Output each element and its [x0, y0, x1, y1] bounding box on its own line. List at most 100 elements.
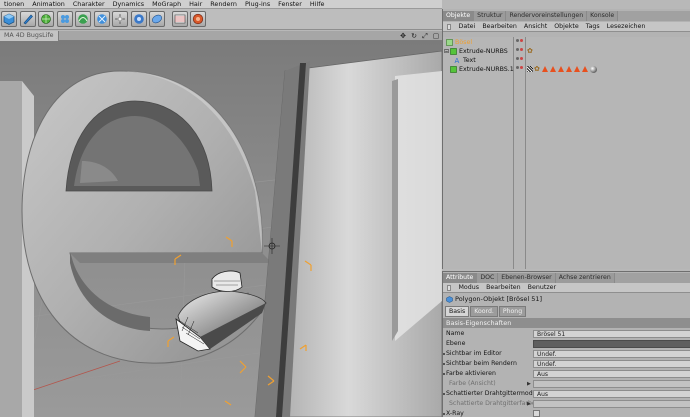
- object-row-broesel[interactable]: Bösel: [443, 38, 690, 47]
- menu-item-window[interactable]: Fenster: [274, 0, 306, 8]
- warning-tag-icon[interactable]: [542, 66, 548, 72]
- menu-item-character[interactable]: Charakter: [69, 0, 109, 8]
- pen-button[interactable]: [19, 11, 36, 27]
- menu-file[interactable]: Datei: [455, 22, 479, 32]
- object-name[interactable]: Extrude-NURBS.1: [459, 65, 514, 74]
- attribute-manager-tabs: Attribute DOC Ebenen-Browser Achse zentr…: [443, 273, 690, 283]
- warning-tag-icon[interactable]: [550, 66, 556, 72]
- deformer-button[interactable]: [93, 11, 110, 27]
- rotate-view-icon[interactable]: ↻: [410, 32, 418, 40]
- tab-doc[interactable]: DOC: [477, 273, 499, 283]
- menu-tags[interactable]: Tags: [582, 22, 603, 32]
- menu-item-mograph[interactable]: MoGraph: [148, 0, 185, 8]
- attr-row-layer: Ebene: [443, 339, 690, 349]
- texture-tag-icon[interactable]: [527, 66, 533, 72]
- tab-console[interactable]: Konsole: [587, 11, 619, 21]
- scene-button[interactable]: [149, 11, 165, 27]
- tab-coord[interactable]: Koord.: [470, 306, 498, 317]
- attr-label: Sichtbar im Editor: [446, 350, 502, 357]
- viewport-tab[interactable]: MA 4D BugsLife: [0, 31, 59, 41]
- grip-icon[interactable]: [447, 23, 451, 30]
- tab-layer-browser[interactable]: Ebenen-Browser: [498, 273, 556, 283]
- menu-mode[interactable]: Modus: [455, 283, 483, 293]
- warning-tag-icon[interactable]: [566, 66, 572, 72]
- object-title: Polygon-Objekt [Brösel 51]: [443, 294, 690, 305]
- layer-field[interactable]: [533, 340, 690, 348]
- object-name[interactable]: Text: [463, 56, 476, 65]
- spline-icon: [78, 14, 88, 24]
- tab-phong[interactable]: Phong: [498, 306, 527, 317]
- object-row-extrude-nurbs[interactable]: ⊟ Extrude-NURBS ✿: [443, 47, 690, 56]
- render-visibility-dot[interactable]: [520, 66, 523, 69]
- clone-button[interactable]: [56, 11, 73, 27]
- shaded-wire-color-field: [533, 400, 690, 408]
- object-name[interactable]: Extrude-NURBS: [459, 47, 508, 56]
- camera-button[interactable]: [130, 11, 147, 27]
- menu-bookmarks[interactable]: Lesezeichen: [603, 22, 649, 32]
- move-view-icon[interactable]: ✥: [399, 32, 407, 40]
- menu-edit[interactable]: Bearbeiten: [483, 283, 525, 293]
- menu-user[interactable]: Benutzer: [524, 283, 559, 293]
- editor-visibility-dot[interactable]: [516, 39, 519, 42]
- object-list: Bösel ⊟ Extrude-NURBS ✿ A Text Extrude-N…: [443, 37, 690, 269]
- editor-visibility-dot[interactable]: [516, 57, 519, 60]
- visible-in-editor-select[interactable]: Undef.: [533, 350, 690, 358]
- menu-item-animation[interactable]: Animation: [28, 0, 69, 8]
- name-field[interactable]: Brösel 51: [533, 330, 690, 338]
- menu-view[interactable]: Ansicht: [520, 22, 550, 32]
- warning-tag-icon[interactable]: [574, 66, 580, 72]
- tab-render-presets[interactable]: Rendervoreinstellungen: [506, 11, 588, 21]
- expand-arrow-icon[interactable]: ▶: [527, 399, 531, 409]
- render-visibility-dot[interactable]: [520, 57, 523, 60]
- menu-item-actions[interactable]: tionen: [0, 0, 28, 8]
- menu-edit[interactable]: Bearbeiten: [479, 22, 521, 32]
- light-button[interactable]: [112, 11, 128, 27]
- object-row-extrude-nurbs-1[interactable]: Extrude-NURBS.1 ✿: [443, 65, 690, 74]
- zoom-view-icon[interactable]: ⤢: [421, 32, 429, 40]
- filmstrip-button[interactable]: [171, 11, 188, 27]
- maximize-view-icon[interactable]: ▢: [432, 32, 440, 40]
- object-name[interactable]: Bösel: [455, 38, 472, 47]
- shaded-wire-mode-select[interactable]: Aus: [533, 390, 690, 398]
- xray-checkbox[interactable]: [533, 410, 540, 417]
- color-enable-select[interactable]: Aus: [533, 370, 690, 378]
- menu-item-render[interactable]: Rendern: [206, 0, 241, 8]
- editor-visibility-dot[interactable]: [516, 66, 519, 69]
- menu-objects[interactable]: Objekte: [551, 22, 583, 32]
- deformer-icon: [96, 14, 107, 24]
- grip-icon[interactable]: [447, 284, 451, 291]
- warning-tag-icon[interactable]: [558, 66, 564, 72]
- tab-structure[interactable]: Struktur: [474, 11, 507, 21]
- menu-item-dynamics[interactable]: Dynamics: [109, 0, 149, 8]
- attr-label: Farbe (Ansicht): [449, 380, 496, 387]
- menu-item-plugins[interactable]: Plug-ins: [241, 0, 274, 8]
- subdivision-button[interactable]: [38, 11, 54, 27]
- warning-tag-icon[interactable]: [582, 66, 588, 72]
- render-button[interactable]: [190, 11, 206, 27]
- tab-center-axis[interactable]: Achse zentrieren: [555, 273, 615, 283]
- menu-item-hair[interactable]: Hair: [185, 0, 206, 8]
- tab-attributes[interactable]: Attribute: [443, 273, 478, 283]
- cube-button[interactable]: [1, 11, 17, 27]
- phong-tag-icon[interactable]: ✿: [527, 47, 533, 56]
- object-manager: Objekte Struktur Rendervoreinstellungen …: [442, 9, 690, 269]
- expand-arrow-icon[interactable]: ▶: [527, 379, 531, 389]
- attr-row-name: Name Brösel 51: [443, 329, 690, 339]
- spline-button[interactable]: [75, 11, 91, 27]
- object-row-text[interactable]: A Text: [443, 56, 690, 65]
- attr-label: Ebene: [446, 340, 466, 347]
- render-visibility-dot[interactable]: [520, 48, 523, 51]
- phong-tag-icon[interactable]: ✿: [534, 65, 540, 74]
- 3d-viewport[interactable]: [0, 41, 442, 417]
- tab-objects[interactable]: Objekte: [443, 11, 475, 21]
- expand-icon[interactable]: ⊟: [444, 48, 449, 55]
- camera-icon: [133, 14, 144, 24]
- editor-visibility-dot[interactable]: [516, 48, 519, 51]
- tab-basis[interactable]: Basis: [445, 306, 470, 317]
- render-visibility-dot[interactable]: [520, 39, 523, 42]
- attr-row-xray: X-Ray: [443, 409, 690, 417]
- material-tag-icon[interactable]: [590, 66, 597, 73]
- viewport-header: MA 4D BugsLife ✥ ↻ ⤢ ▢: [0, 31, 442, 41]
- visible-in-render-select[interactable]: Undef.: [533, 360, 690, 368]
- menu-item-help[interactable]: Hilfe: [306, 0, 329, 8]
